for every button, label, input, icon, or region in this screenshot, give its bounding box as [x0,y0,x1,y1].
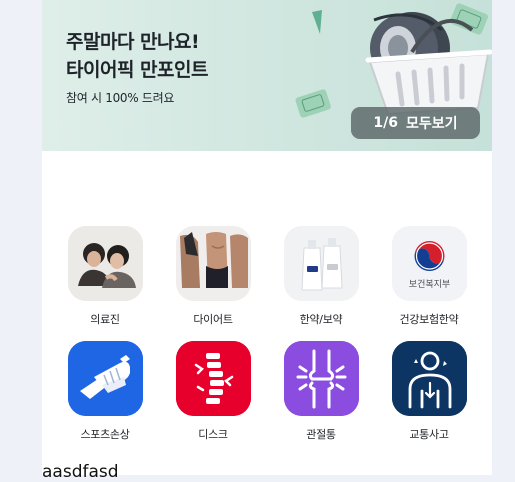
doctors-photo [67,226,143,301]
spine-icon [175,341,251,416]
category-label: 건강보험한약 [399,313,459,326]
main-column: 주말마다 만나요! 타이어픽 만포인트 참여 시 100% 드려요 1/6 모두… [42,0,492,475]
category-label: 다이어트 [193,313,233,326]
body-photo [175,226,251,301]
stray-text: aasdfasd [42,462,119,482]
category-item-traffic-accident[interactable]: 교통사고 [375,341,483,442]
body-injury-icon [391,341,467,416]
category-label: 스포츠손상 [80,428,130,441]
category-label: 디스크 [198,428,228,441]
svg-text:보건복지부: 보건복지부 [408,279,449,290]
banner-subtitle: 참여 시 100% 드려요 [66,91,175,105]
knee-joint-icon [283,341,359,416]
money-bill-icon [295,89,331,118]
category-item-diet[interactable]: 다이어트 [159,226,267,327]
category-label: 관절통 [306,428,336,441]
category-item-sports-injury[interactable]: 스포츠손상 [51,341,159,442]
category-item-disc[interactable]: 디스크 [159,341,267,442]
health-ministry-logo: 보건복지부 [391,226,467,301]
category-label: 의료진 [90,313,120,326]
category-grid: 의료진 다이어트 한약/보약 보건복지부 건강보험한약 스포츠손상 디스크 관절… [42,226,492,442]
category-item-health-insurance[interactable]: 보건복지부 건강보험한약 [375,226,483,327]
banner-title: 주말마다 만나요! 타이어픽 만포인트 [66,31,208,81]
view-all-button[interactable]: 1/6 모두보기 [351,107,480,139]
money-bill-icon [450,3,488,35]
page-indicator: 1/6 [373,115,399,131]
category-label: 교통사고 [409,428,449,441]
medicine-pouch-photo [283,226,359,301]
promo-banner[interactable]: 주말마다 만나요! 타이어픽 만포인트 참여 시 100% 드려요 1/6 모두… [42,0,492,151]
bandaged-hand-icon [67,341,143,416]
category-item-doctors[interactable]: 의료진 [51,226,159,327]
view-all-label: 모두보기 [406,116,458,132]
category-item-herbal[interactable]: 한약/보약 [267,226,375,327]
category-label: 한약/보약 [299,313,343,326]
category-item-joint-pain[interactable]: 관절통 [267,341,375,442]
